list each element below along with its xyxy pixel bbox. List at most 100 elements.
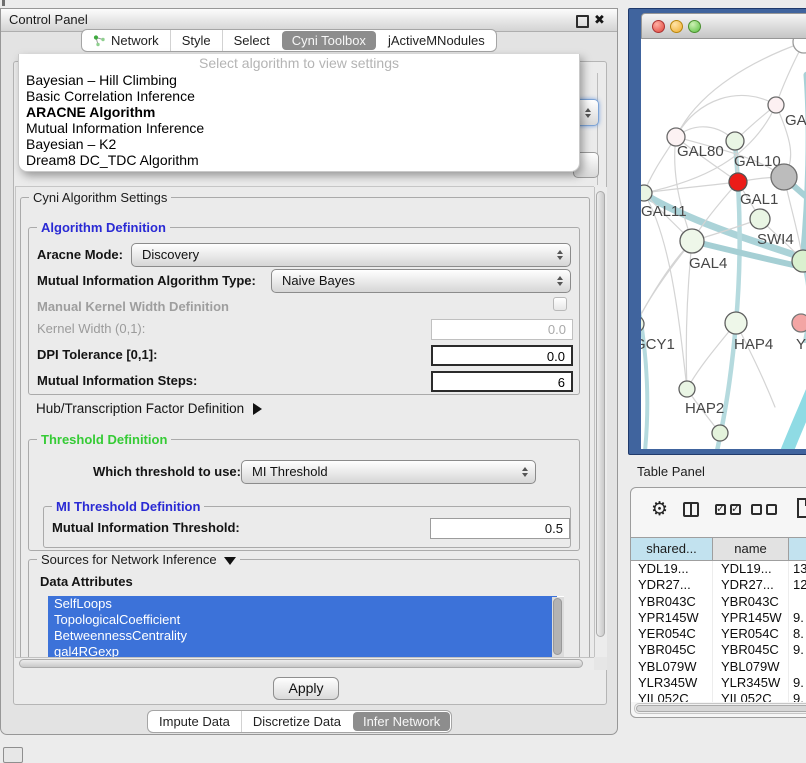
network-node[interactable]: [712, 425, 728, 441]
tab-cyni-toolbox[interactable]: Cyni Toolbox: [282, 31, 376, 50]
tab-jactivemnodules[interactable]: jActiveMNodules: [377, 30, 496, 51]
settings-scroll-viewport: Cyni Algorithm Settings Algorithm Defini…: [15, 186, 594, 657]
mi-steps-input[interactable]: 6: [431, 371, 573, 392]
mi-threshold-input[interactable]: 0.5: [430, 518, 570, 539]
network-canvas[interactable]: GALGAL80GAL10GAL1GAL11SWI4GAL4GCY1HAP4YH…: [641, 39, 806, 449]
table-cell: YER054C: [713, 626, 789, 642]
network-node-gal10[interactable]: [726, 132, 744, 150]
algorithm-option[interactable]: ARACNE Algorithm: [19, 104, 579, 120]
collapsed-panel-grip[interactable]: [3, 747, 23, 763]
scrollbar-thumb[interactable]: [19, 659, 583, 668]
settings-vertical-scrollbar[interactable]: [594, 187, 607, 657]
column-header[interactable]: shared...: [631, 538, 713, 560]
gear-icon[interactable]: ⚙: [651, 498, 668, 521]
tab-impute-data[interactable]: Impute Data: [148, 711, 241, 732]
tab-discretize-data[interactable]: Discretize Data: [241, 711, 352, 732]
network-node[interactable]: [771, 164, 797, 190]
table-row[interactable]: YIL052CYIL052C9.: [631, 691, 806, 702]
data-attribute-item[interactable]: TopologicalCoefficient: [48, 612, 557, 628]
aracne-mode-select[interactable]: Discovery: [131, 243, 571, 267]
hub-definition-expander[interactable]: Hub/Transcription Factor Definition: [36, 401, 262, 416]
table-row[interactable]: YPR145WYPR145W9.: [631, 610, 806, 626]
apply-button[interactable]: Apply: [273, 677, 339, 700]
column-header[interactable]: A: [789, 538, 806, 560]
network-node-gal4[interactable]: [680, 229, 704, 253]
tab-label: Network: [111, 33, 159, 48]
stepper-arrows-icon: [557, 250, 563, 260]
algorithm-option[interactable]: Bayesian – Hill Climbing: [19, 72, 579, 88]
tab-select[interactable]: Select: [222, 30, 281, 51]
tab-label: Discretize Data: [253, 714, 341, 729]
control-panel-title: Control Panel: [9, 9, 88, 31]
algorithm-option[interactable]: Dream8 DC_TDC Algorithm: [19, 152, 579, 168]
column-header[interactable]: name: [713, 538, 789, 560]
deselect-all-checkbox-icon[interactable]: [751, 504, 762, 515]
table-panel-title: Table Panel: [637, 464, 705, 479]
stepper-arrows-icon: [557, 276, 563, 286]
tab-infer-network[interactable]: Infer Network: [353, 712, 450, 731]
manual-kernel-checkbox[interactable]: [553, 297, 567, 311]
table-row[interactable]: YDL19...YDL19...13: [631, 561, 806, 577]
tab-label: Select: [234, 33, 270, 48]
tab-network[interactable]: Network: [82, 30, 170, 51]
minimize-traffic-light[interactable]: [670, 20, 683, 33]
algorithm-option[interactable]: Basic Correlation Inference: [19, 88, 579, 104]
network-node-y[interactable]: [792, 314, 806, 332]
columns-icon[interactable]: [683, 502, 699, 517]
network-node-hap2[interactable]: [679, 381, 695, 397]
network-node-label: GAL80: [677, 143, 724, 160]
tab-style[interactable]: Style: [170, 30, 222, 51]
network-node-hap4[interactable]: [725, 312, 747, 334]
scrollbar-thumb[interactable]: [553, 598, 562, 655]
hub-definition-label: Hub/Transcription Factor Definition: [36, 401, 244, 416]
scrollbar-corner: [594, 657, 607, 670]
table-row[interactable]: YBR043CYBR043C: [631, 594, 806, 610]
table-cell: YBR043C: [713, 594, 789, 610]
scrollbar-thumb[interactable]: [596, 191, 605, 637]
list-scrollbar[interactable]: [552, 597, 564, 657]
table-horizontal-scrollbar[interactable]: [634, 703, 806, 714]
kernel-width-input[interactable]: 0.0: [431, 319, 573, 340]
table-cell: YIL052C: [631, 691, 713, 702]
table-row[interactable]: YER054CYER054C8.: [631, 626, 806, 642]
which-threshold-select[interactable]: MI Threshold: [241, 460, 536, 484]
float-window-icon[interactable]: [576, 15, 589, 28]
data-attribute-item[interactable]: gal4RGexp: [48, 644, 557, 657]
network-window-titlebar[interactable]: [641, 13, 806, 39]
data-attribute-item[interactable]: BetweennessCentrality: [48, 628, 557, 644]
table-row[interactable]: YBL079WYBL079W: [631, 659, 806, 675]
scrollbar-thumb[interactable]: [636, 705, 806, 712]
table-row[interactable]: YLR345WYLR345W9.: [631, 675, 806, 691]
table-row[interactable]: YDR27...YDR27...12: [631, 577, 806, 593]
dpi-tolerance-input[interactable]: 0.0: [431, 345, 573, 366]
top-left-tick: [2, 0, 5, 6]
table-cell: 9.: [789, 610, 806, 626]
select-all-checkbox-icon[interactable]: [730, 504, 741, 515]
network-node-gal1[interactable]: [729, 173, 747, 191]
algorithm-option[interactable]: Mutual Information Inference: [19, 120, 579, 136]
settings-horizontal-scrollbar[interactable]: [15, 657, 594, 670]
collapse-arrow-icon: [224, 557, 236, 565]
network-node-swi4[interactable]: [750, 209, 770, 229]
sources-expander[interactable]: Sources for Network Inference: [37, 552, 240, 567]
algorithm-definition-group: Algorithm Definition Aracne Mode: Discov…: [28, 227, 580, 395]
new-table-icon[interactable]: [796, 497, 806, 519]
select-all-checkbox-icon[interactable]: [715, 504, 726, 515]
network-node[interactable]: [793, 39, 806, 53]
deselect-all-checkbox-icon[interactable]: [766, 504, 777, 515]
network-node-gal[interactable]: [768, 97, 784, 113]
data-attribute-item[interactable]: SelfLoops: [48, 596, 557, 612]
close-traffic-light[interactable]: [652, 20, 665, 33]
network-view-window[interactable]: GALGAL80GAL10GAL1GAL11SWI4GAL4GCY1HAP4YH…: [628, 8, 806, 455]
algorithm-option[interactable]: Bayesian – K2: [19, 136, 579, 152]
network-node-gal11[interactable]: [641, 185, 652, 201]
mi-algorithm-type-select[interactable]: Naive Bayes: [271, 269, 571, 293]
close-icon[interactable]: ✖: [594, 11, 605, 29]
zoom-traffic-light[interactable]: [688, 20, 701, 33]
network-icon: [93, 35, 106, 47]
table-row[interactable]: YBR045CYBR045C9.: [631, 642, 806, 658]
network-node-label: HAP4: [734, 336, 773, 353]
table-cell: 9.: [789, 675, 806, 691]
table-cell: [789, 659, 806, 675]
control-panel-tabbar: Network Style Select Cyni ToolboxjActiveMNo…: [81, 29, 497, 52]
